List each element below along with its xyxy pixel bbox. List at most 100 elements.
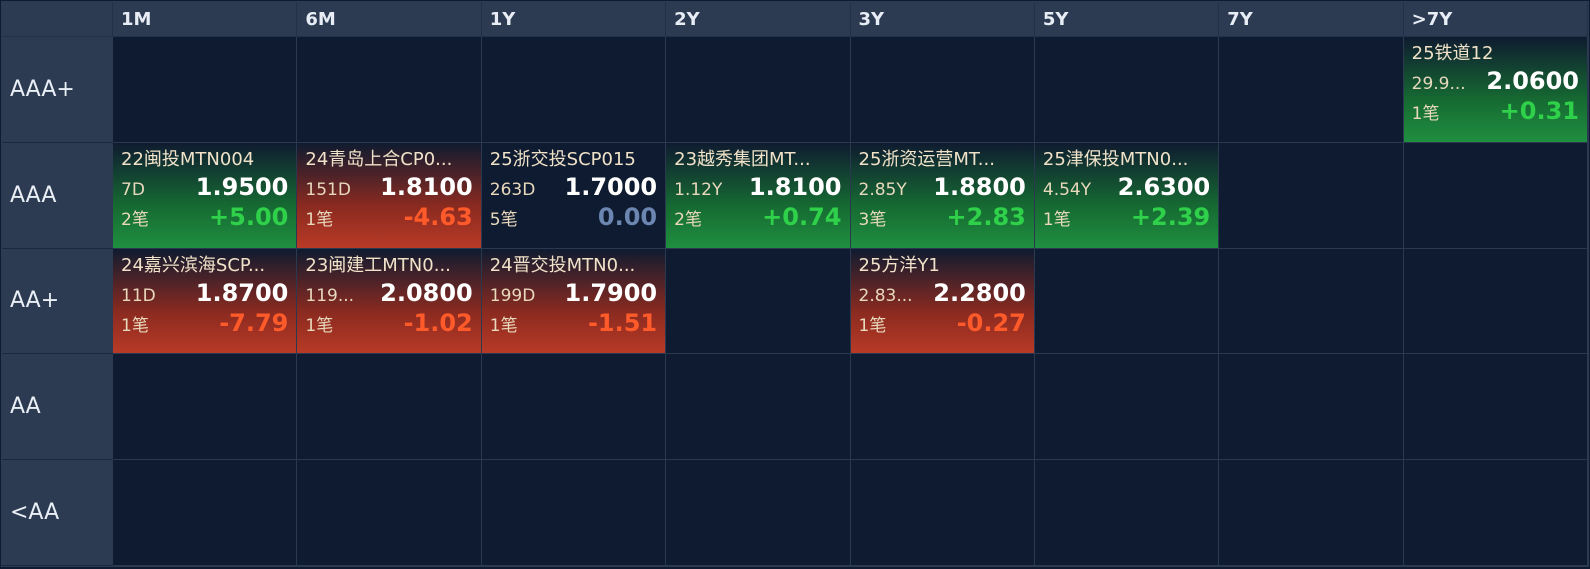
column-header[interactable]: 3Y (850, 2, 1035, 37)
grid-cell: 23越秀集团MT... 1.12Y 1.8100 2笔 +0.74 (666, 142, 851, 249)
trade-count: 5笔 (489, 209, 518, 230)
bond-card[interactable]: 25方洋Y1 2.83... 2.2800 1笔 -0.27 (850, 248, 1034, 354)
row-label: AAA (2, 142, 113, 249)
trade-count: 1笔 (305, 209, 334, 230)
count-change-row: 3笔 +2.83 (859, 202, 1026, 232)
bond-yield: 1.8100 (380, 172, 473, 201)
bond-name: 24青岛上合CP0... (305, 148, 453, 170)
bond-name: 25浙资运营MT... (858, 148, 995, 170)
bond-term: 151D (305, 179, 351, 200)
term-yield-row: 1.12Y 1.8100 (674, 172, 841, 202)
bond-card[interactable]: 24晋交投MTN0... 199D 1.7900 1笔 -1.51 (481, 248, 666, 354)
column-header[interactable]: 5Y (1034, 2, 1220, 37)
grid-cell: 25津保投MTN0... 4.54Y 2.6300 1笔 +2.39 (1034, 142, 1220, 249)
count-change-row: 1笔 -4.63 (305, 202, 472, 232)
bond-card[interactable]: 25浙资运营MT... 2.85Y 1.8800 3笔 +2.83 (850, 142, 1034, 248)
bond-name: 22闽投MTN004 (121, 148, 255, 170)
column-header[interactable]: 7Y (1219, 2, 1404, 37)
yield-change: -0.27 (956, 308, 1026, 337)
term-yield-row: 11D 1.8700 (121, 278, 288, 308)
bond-yield: 2.0600 (1486, 67, 1579, 95)
grid-cell: 22闽投MTN004 7D 1.9500 2笔 +5.00 (113, 142, 298, 249)
grid-cell (481, 460, 667, 566)
yield-change: -1.02 (403, 308, 473, 337)
term-yield-row: 29.9... 2.0600 (1412, 66, 1579, 96)
grid-cell: 25浙交投SCP015 263D 1.7000 5笔 0.00 (481, 142, 667, 249)
grid-cell (481, 37, 667, 143)
bond-name: 24嘉兴滨海SCP... (121, 254, 266, 276)
bond-name: 25铁道12 (1411, 43, 1494, 64)
bond-yield: 1.8700 (195, 278, 289, 307)
grid-cell (113, 460, 298, 566)
term-yield-row: 2.85Y 1.8800 (859, 172, 1026, 202)
grid-cell: 24青岛上合CP0... 151D 1.8100 1笔 -4.63 (297, 142, 482, 249)
grid-cell: 24晋交投MTN0... 199D 1.7900 1笔 -1.51 (481, 248, 667, 355)
bond-card[interactable]: 23闽建工MTN0... 119... 2.0800 1笔 -1.02 (297, 248, 481, 354)
yield-change: +2.83 (946, 202, 1026, 231)
grid-cell: 25方洋Y1 2.83... 2.2800 1笔 -0.27 (850, 248, 1035, 355)
bond-card[interactable]: 25津保投MTN0... 4.54Y 2.6300 1笔 +2.39 (1034, 142, 1219, 248)
term-yield-row: 119... 2.0800 (305, 278, 472, 308)
grid-cell (1403, 248, 1588, 355)
bond-yield: 2.2800 (933, 278, 1026, 307)
bond-name: 25浙交投SCP015 (489, 148, 636, 170)
bond-term: 2.83... (858, 285, 913, 306)
bond-name: 25方洋Y1 (858, 254, 940, 276)
bond-card[interactable]: 24嘉兴滨海SCP... 11D 1.8700 1笔 -7.79 (113, 248, 297, 354)
column-header[interactable]: 2Y (666, 2, 851, 37)
grid-cell (1034, 248, 1220, 355)
bond-yield: 1.8800 (933, 172, 1026, 201)
bond-term: 263D (489, 179, 536, 200)
grid-cell (113, 354, 298, 461)
count-change-row: 1笔 +2.39 (1043, 202, 1210, 232)
grid-cell (850, 37, 1035, 143)
term-yield-row: 4.54Y 2.6300 (1043, 172, 1210, 202)
grid-cell (666, 37, 851, 143)
bond-card[interactable]: 24青岛上合CP0... 151D 1.8100 1笔 -4.63 (297, 142, 481, 248)
row-label: AAA+ (2, 37, 113, 143)
bond-term: 2.85Y (858, 179, 907, 200)
grid-cell (1219, 37, 1404, 143)
bond-card[interactable]: 25铁道12 29.9... 2.0600 1笔 +0.31 (1403, 37, 1587, 142)
term-yield-row: 199D 1.7900 (490, 278, 657, 308)
column-header[interactable]: 1Y (481, 2, 667, 37)
grid-cell (666, 354, 851, 461)
count-change-row: 5笔 0.00 (490, 202, 657, 232)
grid-cell: 25铁道12 29.9... 2.0600 1笔 +0.31 (1403, 37, 1588, 143)
bond-term: 11D (121, 285, 156, 306)
yield-change: +2.39 (1130, 202, 1211, 231)
row-label: AA (2, 354, 113, 461)
count-change-row: 2笔 +5.00 (121, 202, 288, 232)
column-header[interactable]: 6M (297, 2, 482, 37)
grid-cell (297, 460, 482, 566)
trade-count: 1笔 (305, 315, 334, 336)
grid-cell: 23闽建工MTN0... 119... 2.0800 1笔 -1.02 (297, 248, 482, 355)
bond-yield: 1.7000 (564, 172, 658, 201)
bond-card[interactable]: 22闽投MTN004 7D 1.9500 2笔 +5.00 (113, 142, 297, 248)
column-header[interactable]: 1M (113, 2, 298, 37)
column-header[interactable]: >7Y (1403, 2, 1588, 37)
trade-count: 2笔 (121, 209, 149, 230)
count-change-row: 1笔 -1.51 (490, 308, 657, 338)
count-change-row: 1笔 +0.31 (1412, 96, 1579, 126)
trade-count: 2笔 (674, 209, 702, 230)
bond-card[interactable]: 25浙交投SCP015 263D 1.7000 5笔 0.00 (481, 142, 666, 248)
grid-cell (1034, 354, 1220, 461)
grid-cell (297, 37, 482, 143)
term-yield-row: 263D 1.7000 (490, 172, 657, 202)
bond-name: 25津保投MTN0... (1042, 148, 1189, 170)
grid-cell (481, 354, 667, 461)
grid-cell (1219, 460, 1404, 566)
grid-cell (1219, 354, 1404, 461)
grid-cell: 25浙资运营MT... 2.85Y 1.8800 3笔 +2.83 (850, 142, 1035, 249)
bond-name: 24晋交投MTN0... (489, 254, 636, 276)
yield-change: +0.74 (762, 202, 842, 231)
grid-cell (113, 37, 298, 143)
bond-yield: 2.6300 (1117, 172, 1211, 201)
grid-cell (297, 354, 482, 461)
grid-cell (1403, 460, 1588, 566)
bond-card[interactable]: 23越秀集团MT... 1.12Y 1.8100 2笔 +0.74 (666, 142, 850, 248)
yield-change: -4.63 (403, 202, 473, 231)
yield-change: +0.31 (1499, 97, 1579, 125)
bond-term: 119... (305, 285, 355, 306)
